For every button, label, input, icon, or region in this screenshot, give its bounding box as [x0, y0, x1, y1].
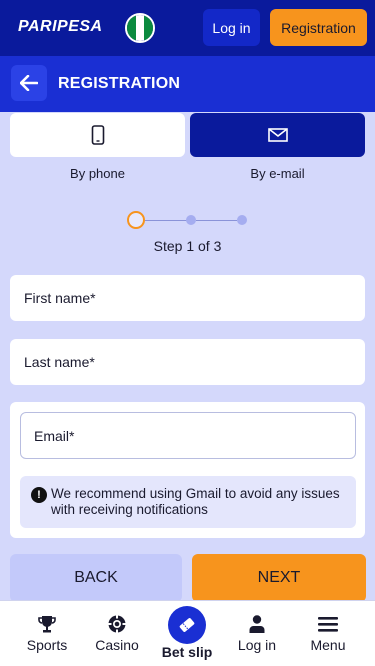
registration-stepper [127, 211, 247, 231]
registration-header: REGISTRATION [0, 56, 375, 112]
nav-sports-label: Sports [26, 637, 68, 653]
nav-login-label: Log in [237, 637, 277, 653]
last-name-field[interactable]: Last name* [10, 339, 365, 385]
nav-casino-label: Casino [95, 637, 139, 653]
ticket-icon [179, 618, 195, 632]
registration-button[interactable]: Registration [270, 9, 367, 46]
trophy-icon [36, 614, 58, 634]
bottom-nav: Sports Casino Bet slip Log in Menu [0, 600, 375, 666]
nav-betslip[interactable] [168, 606, 206, 644]
page-title: REGISTRATION [58, 75, 181, 92]
step-1-indicator [127, 211, 145, 229]
email-section: Email* ! We recommend using Gmail to avo… [10, 402, 365, 538]
nav-casino[interactable]: Casino [82, 601, 152, 666]
nav-login[interactable]: Log in [222, 601, 292, 666]
first-name-field[interactable]: First name* [10, 275, 365, 321]
nigeria-flag-icon[interactable] [125, 13, 155, 43]
envelope-icon [267, 128, 288, 142]
login-button[interactable]: Log in [203, 9, 260, 46]
next-button[interactable]: NEXT [192, 554, 366, 602]
by-phone-label[interactable]: By phone [10, 166, 185, 181]
back-arrow-button[interactable] [11, 65, 47, 101]
brand-logo[interactable]: PARIPESA [18, 18, 103, 36]
arrow-left-icon [20, 75, 38, 91]
nav-menu[interactable]: Menu [293, 601, 363, 666]
casino-chip-icon [106, 614, 128, 634]
phone-icon [91, 125, 104, 145]
back-button[interactable]: BACK [10, 554, 182, 602]
top-bar: PARIPESA Log in Registration [0, 0, 375, 56]
nav-menu-label: Menu [310, 637, 346, 653]
step-2-indicator [186, 215, 196, 225]
step-progress-text: Step 1 of 3 [153, 238, 222, 254]
notice-text: We recommend using Gmail to avoid any is… [51, 486, 340, 517]
gmail-notice: ! We recommend using Gmail to avoid any … [20, 476, 356, 528]
user-icon [246, 614, 268, 634]
email-field[interactable]: Email* [20, 412, 356, 459]
step-3-indicator [237, 215, 247, 225]
tab-by-email[interactable] [190, 113, 365, 157]
hamburger-menu-icon [317, 614, 339, 634]
nav-sports[interactable]: Sports [12, 601, 82, 666]
tab-by-phone[interactable] [10, 113, 185, 157]
nav-betslip-label[interactable]: Bet slip [152, 644, 222, 660]
step-connector [145, 220, 187, 221]
step-connector [196, 220, 237, 221]
exclamation-icon: ! [31, 487, 47, 503]
by-email-label[interactable]: By e-mail [190, 166, 365, 181]
